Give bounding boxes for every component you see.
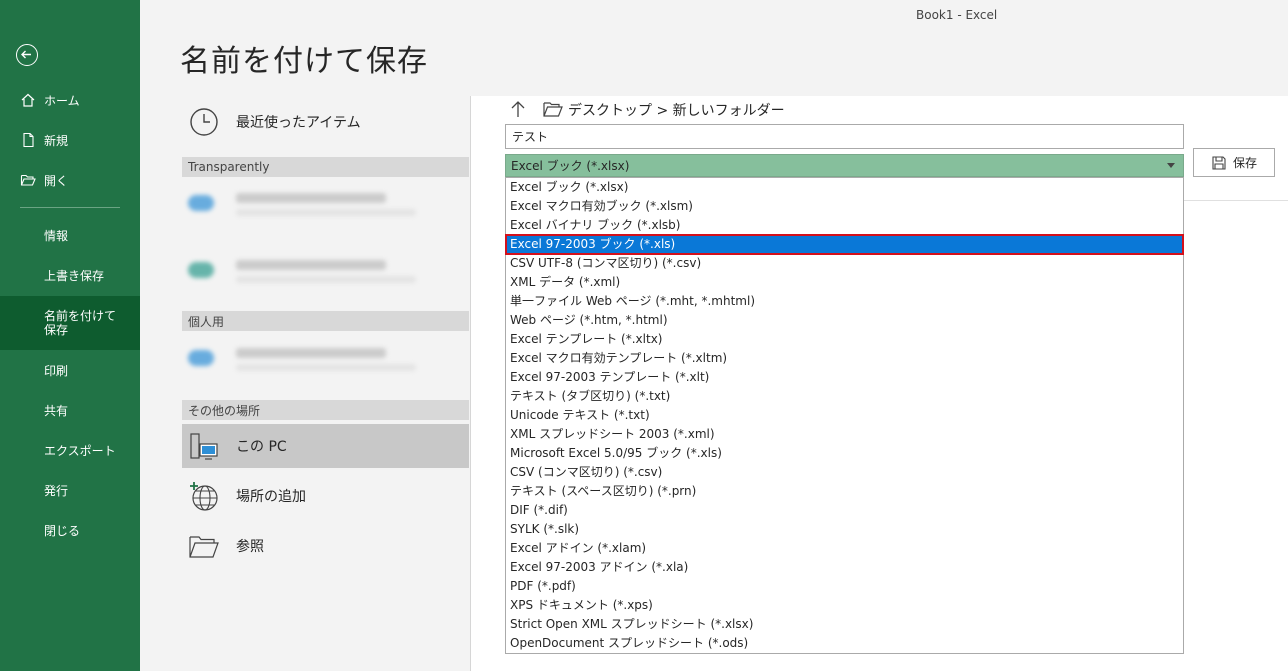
file-type-option[interactable]: Excel マクロ有効ブック (*.xlsm) bbox=[506, 197, 1183, 216]
file-type-option[interactable]: PDF (*.pdf) bbox=[506, 577, 1183, 596]
file-type-option[interactable]: XML データ (*.xml) bbox=[506, 273, 1183, 292]
file-type-option[interactable]: SYLK (*.slk) bbox=[506, 520, 1183, 539]
cloud-icon bbox=[188, 350, 214, 366]
nav-print[interactable]: 印刷 bbox=[0, 350, 140, 390]
up-arrow-icon bbox=[511, 101, 525, 117]
chevron-down-icon bbox=[1167, 163, 1175, 168]
nav-publish-label: 発行 bbox=[44, 483, 69, 498]
file-type-option[interactable]: Excel アドイン (*.xlam) bbox=[506, 539, 1183, 558]
folder-icon bbox=[188, 530, 220, 562]
nav-home[interactable]: ホーム bbox=[0, 80, 140, 120]
nav-home-label: ホーム bbox=[44, 93, 80, 108]
page-title: 名前を付けて保存 bbox=[180, 44, 428, 79]
file-type-option[interactable]: Strict Open XML スプレッドシート (*.xlsx) bbox=[506, 615, 1183, 634]
nav-save[interactable]: 上書き保存 bbox=[0, 255, 140, 295]
nav-publish[interactable]: 発行 bbox=[0, 470, 140, 510]
globe-add-icon bbox=[188, 480, 220, 512]
save-disk-icon bbox=[1212, 155, 1226, 170]
location-browse-label: 参照 bbox=[236, 539, 264, 555]
onedrive-personal-blurred[interactable] bbox=[182, 338, 469, 382]
sidebar-divider bbox=[20, 207, 120, 208]
file-type-option[interactable]: Excel マクロ有効テンプレート (*.xltm) bbox=[506, 349, 1183, 368]
section-other-places: その他の場所 bbox=[182, 400, 469, 420]
location-this-pc-label: この PC bbox=[236, 439, 287, 455]
file-type-option[interactable]: Excel バイナリ ブック (*.xlsb) bbox=[506, 216, 1183, 235]
file-type-option[interactable]: OpenDocument スプレッドシート (*.ods) bbox=[506, 634, 1183, 653]
nav-export[interactable]: エクスポート bbox=[0, 430, 140, 470]
nav-share[interactable]: 共有 bbox=[0, 390, 140, 430]
save-button[interactable]: 保存 bbox=[1193, 148, 1275, 177]
file-type-option[interactable]: CSV (コンマ区切り) (*.csv) bbox=[506, 463, 1183, 482]
nav-print-label: 印刷 bbox=[44, 363, 69, 378]
nav-export-label: エクスポート bbox=[44, 443, 116, 458]
nav-info[interactable]: 情報 bbox=[0, 215, 140, 255]
clock-icon bbox=[188, 106, 220, 138]
save-button-label: 保存 bbox=[1232, 156, 1257, 170]
file-type-option[interactable]: Excel ブック (*.xlsx) bbox=[506, 178, 1183, 197]
computer-icon bbox=[188, 430, 220, 462]
location-recent-label: 最近使ったアイテム bbox=[236, 115, 361, 131]
location-add-place[interactable]: 場所の追加 bbox=[182, 474, 469, 518]
nav-new[interactable]: 新規 bbox=[0, 120, 140, 160]
nav-close-label: 閉じる bbox=[44, 523, 81, 538]
backstage-sidebar: ホーム 新規 開く 情報 上書き保存 名前を付けて保存 印刷 共有 エクスポート… bbox=[0, 0, 140, 671]
nav-open[interactable]: 開く bbox=[0, 160, 140, 200]
sharepoint-icon bbox=[188, 262, 214, 278]
nav-save-as[interactable]: 名前を付けて保存 bbox=[0, 296, 140, 350]
section-personal: 個人用 bbox=[182, 311, 469, 331]
file-type-option[interactable]: Unicode テキスト (*.txt) bbox=[506, 406, 1183, 425]
file-type-option-highlighted[interactable]: Excel 97-2003 ブック (*.xls) bbox=[505, 234, 1184, 255]
pane-separator bbox=[1184, 200, 1288, 201]
file-type-option[interactable]: テキスト (タブ区切り) (*.txt) bbox=[506, 387, 1183, 406]
file-type-option[interactable]: テキスト (スペース区切り) (*.prn) bbox=[506, 482, 1183, 501]
file-type-option[interactable]: CSV UTF-8 (コンマ区切り) (*.csv) bbox=[506, 254, 1183, 273]
filename-input[interactable] bbox=[505, 124, 1184, 149]
file-type-option[interactable]: DIF (*.dif) bbox=[506, 501, 1183, 520]
file-type-option[interactable]: XML スプレッドシート 2003 (*.xml) bbox=[506, 425, 1183, 444]
onedrive-account-blurred[interactable] bbox=[182, 183, 469, 227]
location-browse[interactable]: 参照 bbox=[182, 524, 469, 568]
back-arrow-icon bbox=[21, 50, 31, 59]
file-type-select[interactable]: Excel ブック (*.xlsx) bbox=[505, 154, 1184, 177]
home-icon bbox=[20, 92, 36, 108]
file-type-option[interactable]: XPS ドキュメント (*.xps) bbox=[506, 596, 1183, 615]
location-recent[interactable]: 最近使ったアイテム bbox=[182, 100, 469, 144]
sharepoint-account-blurred[interactable] bbox=[182, 250, 469, 294]
open-folder-icon bbox=[20, 172, 36, 188]
nav-save-as-label: 名前を付けて保存 bbox=[44, 309, 117, 337]
file-type-option[interactable]: Microsoft Excel 5.0/95 ブック (*.xls) bbox=[506, 444, 1183, 463]
cloud-icon bbox=[188, 195, 214, 211]
nav-info-label: 情報 bbox=[44, 228, 69, 243]
nav-share-label: 共有 bbox=[44, 403, 69, 418]
file-type-dropdown: Excel ブック (*.xlsx) Excel マクロ有効ブック (*.xls… bbox=[505, 177, 1184, 654]
folder-open-icon bbox=[543, 101, 563, 117]
file-type-option[interactable]: Excel 97-2003 アドイン (*.xla) bbox=[506, 558, 1183, 577]
nav-close[interactable]: 閉じる bbox=[0, 510, 140, 550]
nav-open-label: 開く bbox=[44, 173, 69, 188]
location-add-place-label: 場所の追加 bbox=[236, 489, 306, 505]
new-document-icon bbox=[20, 132, 36, 148]
up-one-level-button[interactable] bbox=[510, 100, 526, 118]
nav-save-label: 上書き保存 bbox=[44, 268, 105, 283]
section-transparently: Transparently bbox=[182, 157, 469, 177]
location-this-pc[interactable]: この PC bbox=[182, 424, 469, 468]
file-type-option[interactable]: 単一ファイル Web ページ (*.mht, *.mhtml) bbox=[506, 292, 1183, 311]
file-type-option[interactable]: Excel テンプレート (*.xltx) bbox=[506, 330, 1183, 349]
window-title: Book1 - Excel bbox=[916, 8, 998, 22]
back-button[interactable] bbox=[16, 44, 38, 66]
file-type-option[interactable]: Web ページ (*.htm, *.html) bbox=[506, 311, 1183, 330]
nav-new-label: 新規 bbox=[44, 133, 69, 148]
file-type-option[interactable]: Excel 97-2003 テンプレート (*.xlt) bbox=[506, 368, 1183, 387]
file-type-selected: Excel ブック (*.xlsx) bbox=[511, 159, 630, 173]
path-breadcrumb[interactable]: デスクトップ > 新しいフォルダー bbox=[568, 100, 785, 120]
